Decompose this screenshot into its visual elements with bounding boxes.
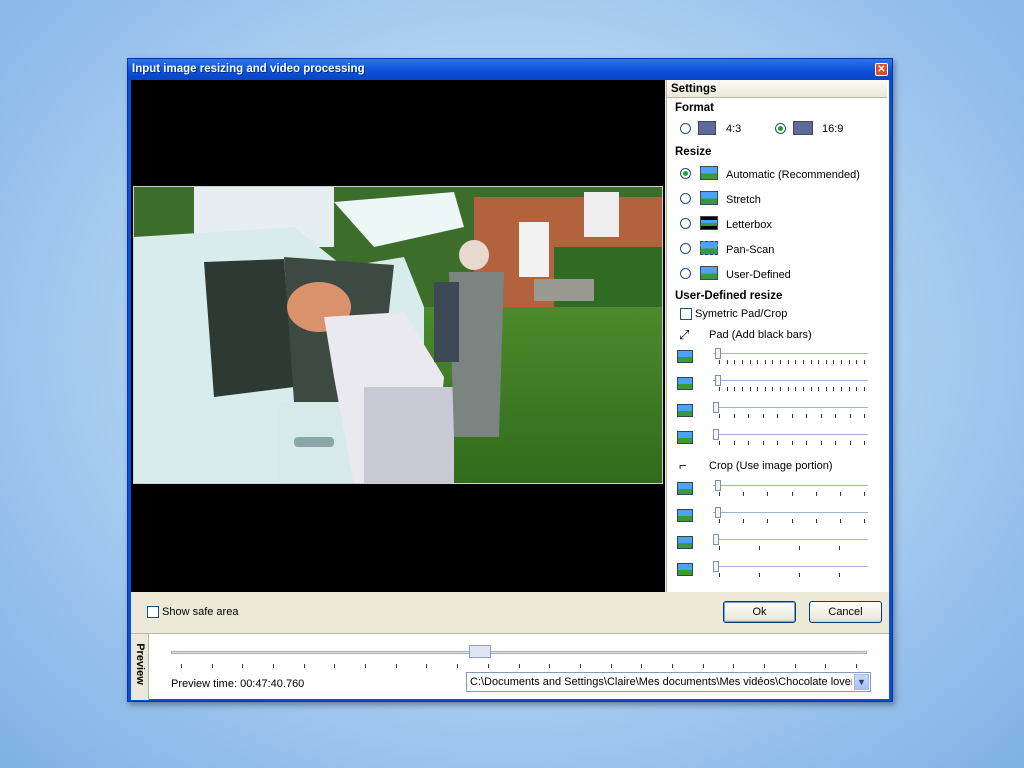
show-safe-area-label: Show safe area xyxy=(162,606,239,618)
crop-left-slider-thumb[interactable] xyxy=(715,480,721,491)
resize-stretch-label: Stretch xyxy=(726,194,761,206)
source-file-combo[interactable]: C:\Documents and Settings\Claire\Mes doc… xyxy=(466,672,871,692)
pad-label: Pad (Add black bars) xyxy=(709,329,812,341)
format-4-3-radio[interactable] xyxy=(680,123,691,134)
resize-pan-scan-label: Pan-Scan xyxy=(726,244,775,256)
automatic-icon xyxy=(700,166,718,180)
show-safe-area-checkbox[interactable] xyxy=(147,606,159,618)
pad-right-icon xyxy=(677,377,693,390)
crop-bottom-icon xyxy=(677,563,693,576)
format-4-3-label: 4:3 xyxy=(726,123,742,135)
crop-label: Crop (Use image portion) xyxy=(709,460,833,472)
chevron-down-icon[interactable]: ▼ xyxy=(854,674,869,690)
window-title: Input image resizing and video processin… xyxy=(132,63,365,75)
monitor-16-9-icon xyxy=(793,121,813,135)
resize-letterbox-label: Letterbox xyxy=(726,219,772,231)
resize-automatic-label: Automatic (Recommended) xyxy=(726,169,860,181)
pad-right-slider-thumb[interactable] xyxy=(715,375,721,386)
video-frame xyxy=(133,186,663,484)
preview-timeline-thumb[interactable] xyxy=(469,645,491,658)
resize-heading: Resize xyxy=(675,146,712,158)
crop-right-icon xyxy=(677,509,693,522)
pad-top-slider[interactable] xyxy=(677,402,872,422)
resize-stretch-radio[interactable] xyxy=(680,193,691,204)
settings-panel: Settings Format 4:3 16:9 Resize Automati… xyxy=(666,80,889,592)
expand-icon: ⤢ xyxy=(679,327,690,342)
resize-user-defined-label: User-Defined xyxy=(726,269,791,281)
pad-left-slider-thumb[interactable] xyxy=(715,348,721,359)
preview-tab-label: Preview xyxy=(134,643,146,685)
source-file-path: C:\Documents and Settings\Claire\Mes doc… xyxy=(470,676,852,688)
crop-bottom-slider-thumb[interactable] xyxy=(713,561,719,572)
crop-bottom-slider[interactable] xyxy=(677,561,872,581)
preview-timeline-track[interactable] xyxy=(171,651,867,654)
format-16-9-radio[interactable] xyxy=(775,123,786,134)
format-16-9-label: 16:9 xyxy=(822,123,844,135)
resize-letterbox-radio[interactable] xyxy=(680,218,691,229)
crop-right-slider[interactable] xyxy=(677,507,872,527)
crop-top-icon xyxy=(677,536,693,549)
stretch-icon xyxy=(700,191,718,205)
resize-user-defined-radio[interactable] xyxy=(680,268,691,279)
settings-header: Settings xyxy=(667,80,887,98)
crop-left-slider[interactable] xyxy=(677,480,872,500)
monitor-4-3-icon xyxy=(698,121,716,135)
cancel-button[interactable]: Cancel xyxy=(809,601,882,623)
preview-tab[interactable]: Preview xyxy=(131,634,149,700)
preview-time-label: Preview time: 00:47:40.760 xyxy=(171,678,305,690)
video-still-image xyxy=(134,187,662,483)
dialog-client: Settings Format 4:3 16:9 Resize Automati… xyxy=(131,80,889,700)
crop-right-slider-thumb[interactable] xyxy=(715,507,721,518)
user-defined-icon xyxy=(700,266,718,280)
pad-left-slider[interactable] xyxy=(677,348,872,368)
resize-pan-scan-radio[interactable] xyxy=(680,243,691,254)
crop-icon: ⌐ xyxy=(679,458,687,473)
title-bar[interactable]: Input image resizing and video processin… xyxy=(128,59,892,80)
dialog-window: Input image resizing and video processin… xyxy=(127,58,893,702)
symmetric-pad-crop-label: Symetric Pad/Crop xyxy=(695,308,788,320)
resize-automatic-radio[interactable] xyxy=(680,168,691,179)
crop-left-icon xyxy=(677,482,693,495)
symmetric-pad-crop-checkbox[interactable] xyxy=(680,308,692,320)
pad-left-icon xyxy=(677,350,693,363)
pad-top-icon xyxy=(677,404,693,417)
pad-right-slider[interactable] xyxy=(677,375,872,395)
preview-panel: Preview Preview time: 00:47:40.760 C:\Do… xyxy=(131,633,889,700)
crop-top-slider-thumb[interactable] xyxy=(713,534,719,545)
crop-top-slider[interactable] xyxy=(677,534,872,554)
pad-top-slider-thumb[interactable] xyxy=(713,402,719,413)
preview-timeline-ticks xyxy=(181,664,861,669)
pad-bottom-slider-thumb[interactable] xyxy=(713,429,719,440)
close-icon[interactable]: ✕ xyxy=(875,63,888,76)
dialog-button-bar: Show safe area Ok Cancel xyxy=(131,592,889,632)
video-preview xyxy=(131,80,665,592)
letterbox-icon xyxy=(700,216,718,230)
pad-bottom-icon xyxy=(677,431,693,444)
user-defined-heading: User-Defined resize xyxy=(675,290,783,302)
format-heading: Format xyxy=(675,102,714,114)
ok-button[interactable]: Ok xyxy=(723,601,796,623)
pad-bottom-slider[interactable] xyxy=(677,429,872,449)
pan-scan-icon xyxy=(700,241,718,255)
